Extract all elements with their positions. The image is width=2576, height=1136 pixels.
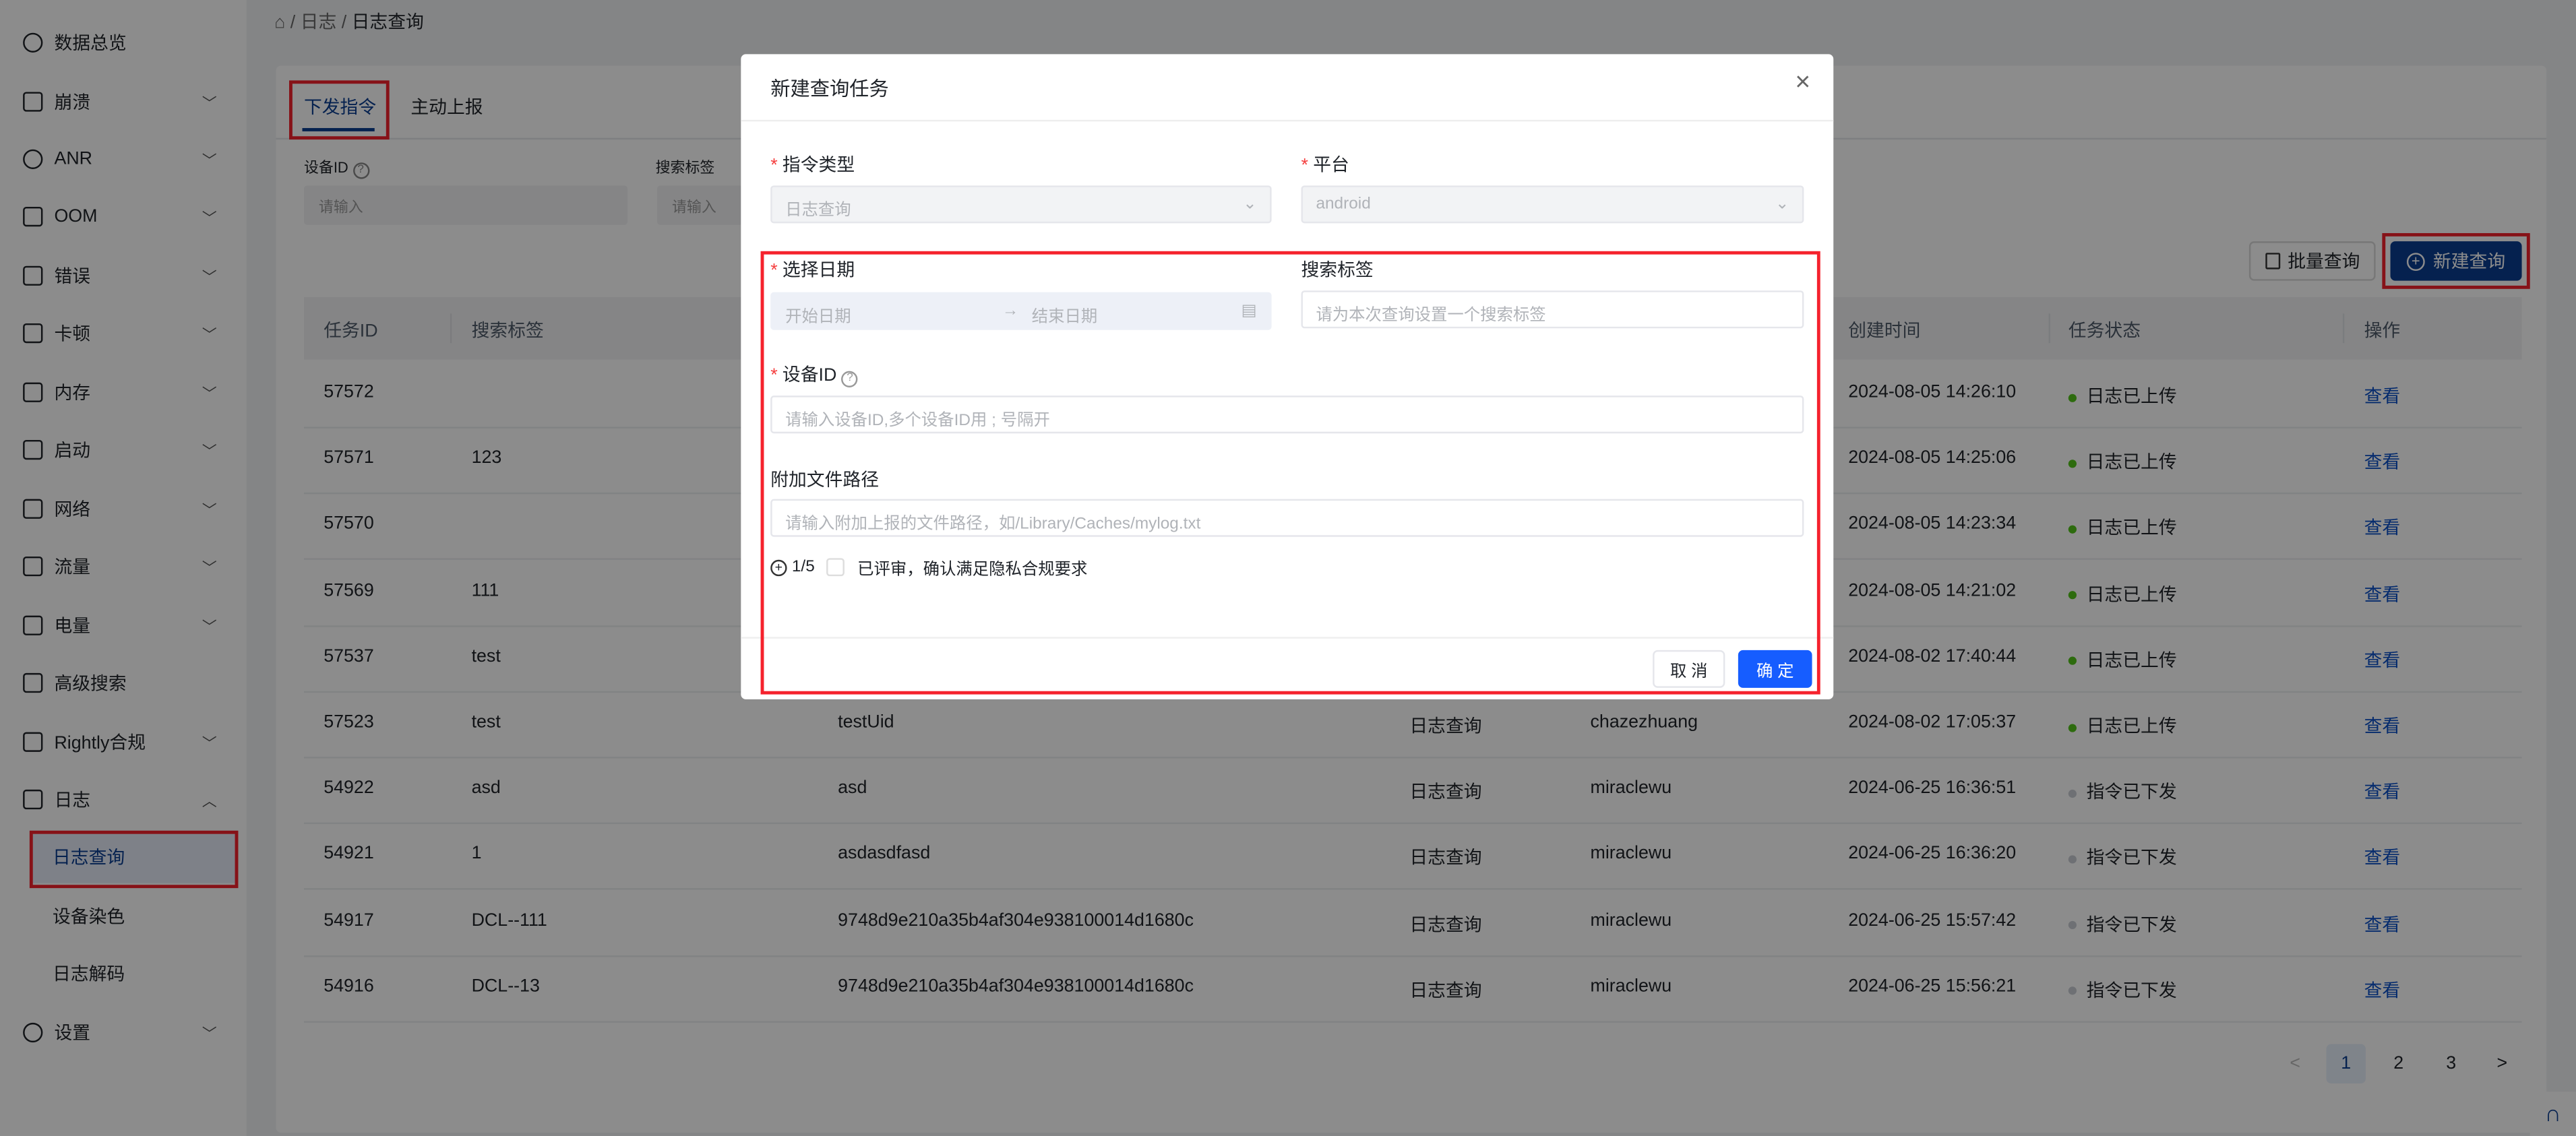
close-icon[interactable]: × (1795, 69, 1810, 98)
modal-title: 新建查询任务 (770, 77, 889, 100)
chevron-down-icon: ⌄ (1775, 195, 1789, 214)
platform-select[interactable]: android ⌄ (1301, 185, 1804, 224)
new-query-modal: 新建查询任务 × * 指令类型 日志查询 ⌄ * 平台 android ⌄ * 选择日期 … (741, 54, 1834, 699)
cmd-type-select[interactable]: 日志查询 ⌄ (770, 185, 1272, 224)
cmd-type-label: * 指令类型 (770, 156, 855, 176)
modal-header-divider (741, 119, 1834, 122)
annotation-box-modal-form (760, 251, 1820, 695)
chevron-down-icon: ⌄ (1243, 195, 1257, 214)
platform-label: * 平台 (1301, 156, 1349, 176)
